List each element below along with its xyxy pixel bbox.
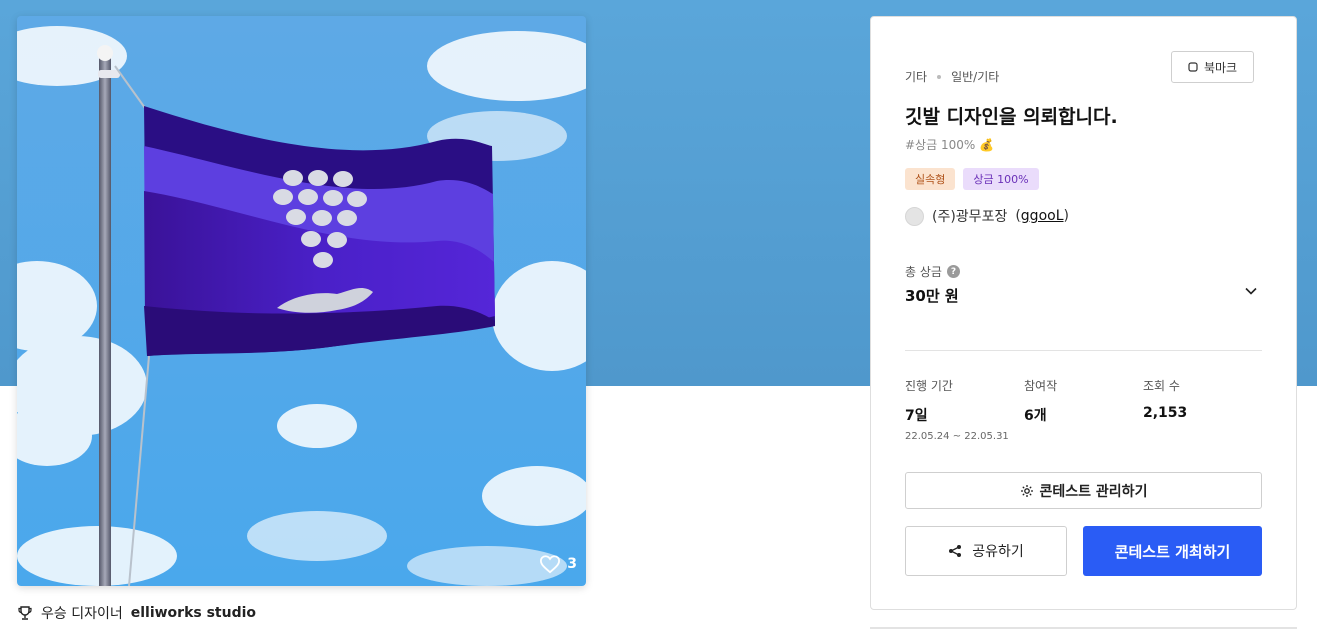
help-icon[interactable]: ? — [946, 265, 960, 278]
divider — [905, 350, 1262, 351]
breadcrumb: 기타 일반/기타 — [905, 68, 999, 85]
stat-views: 조회 수 2,153 — [1143, 377, 1187, 421]
stat-participants-value: 6개 — [1024, 408, 1047, 424]
stat-views-value: 2,153 — [1143, 405, 1188, 421]
contest-host: (주)광무포장 (ggooL) — [905, 206, 1069, 226]
flag-illustration — [17, 16, 586, 586]
host-company: (주)광무포장 — [932, 209, 1008, 225]
stat-period: 진행 기간 7일 22.05.24 ~ 22.05.31 — [905, 377, 1009, 442]
contest-title: 깃발 디자인을 의뢰합니다. — [905, 106, 1118, 128]
winner-name[interactable]: elliworks studio — [131, 605, 256, 621]
bookmark-icon — [1188, 62, 1198, 72]
prize-label: 총 상금 ? — [905, 263, 960, 280]
avatar — [905, 206, 924, 226]
winner-label: 우승 디자이너 — [41, 606, 123, 622]
winner-designer: 우승 디자이너 elliworks studio — [17, 603, 256, 623]
manage-contest-button[interactable]: 콘테스트 관리하기 — [905, 472, 1262, 509]
like-count[interactable]: 3 — [539, 554, 577, 574]
like-count-value: 3 — [567, 556, 577, 572]
trophy-icon — [18, 606, 32, 620]
chevron-down-icon — [1245, 287, 1257, 295]
share-label: 공유하기 — [972, 544, 1024, 560]
gear-icon — [1020, 484, 1033, 497]
contest-hashtag[interactable]: #상금 100% 💰 — [905, 136, 994, 153]
stat-participants: 참여작 6개 — [1024, 377, 1057, 425]
contest-info-panel: 기타 일반/기타 북마크 깃발 디자인을 의뢰합니다. #상금 100% 💰 실… — [870, 16, 1297, 610]
manage-contest-label: 콘테스트 관리하기 — [1039, 483, 1148, 500]
breadcrumb-separator — [937, 74, 942, 79]
stat-period-dates: 22.05.24 ~ 22.05.31 — [905, 431, 1009, 442]
expand-prize-toggle[interactable] — [1244, 283, 1258, 302]
bookmark-button[interactable]: 북마크 — [1171, 51, 1254, 83]
share-icon — [949, 545, 962, 557]
contest-image[interactable]: 3 — [17, 16, 586, 586]
stat-period-label: 진행 기간 — [905, 379, 953, 393]
share-button[interactable]: 공유하기 — [905, 526, 1067, 576]
prize-label-text: 총 상금 — [905, 265, 942, 279]
host-contest-button[interactable]: 콘테스트 개최하기 — [1083, 526, 1262, 576]
stat-views-label: 조회 수 — [1143, 379, 1180, 393]
host-user-link[interactable]: ggooL — [1021, 208, 1064, 224]
stat-participants-label: 참여작 — [1024, 379, 1058, 393]
heart-icon — [540, 555, 561, 574]
badge-prize-percent: 상금 100% — [963, 168, 1039, 190]
prize-value: 30만 원 — [905, 287, 959, 305]
bookmark-label: 북마크 — [1203, 60, 1238, 75]
badge-value-type: 실속형 — [905, 168, 956, 190]
badge-list: 실속형 상금 100% — [905, 168, 1039, 190]
breadcrumb-subcategory[interactable]: 일반/기타 — [951, 68, 999, 85]
stat-period-value: 7일 — [905, 408, 928, 424]
breadcrumb-category[interactable]: 기타 — [905, 68, 927, 85]
